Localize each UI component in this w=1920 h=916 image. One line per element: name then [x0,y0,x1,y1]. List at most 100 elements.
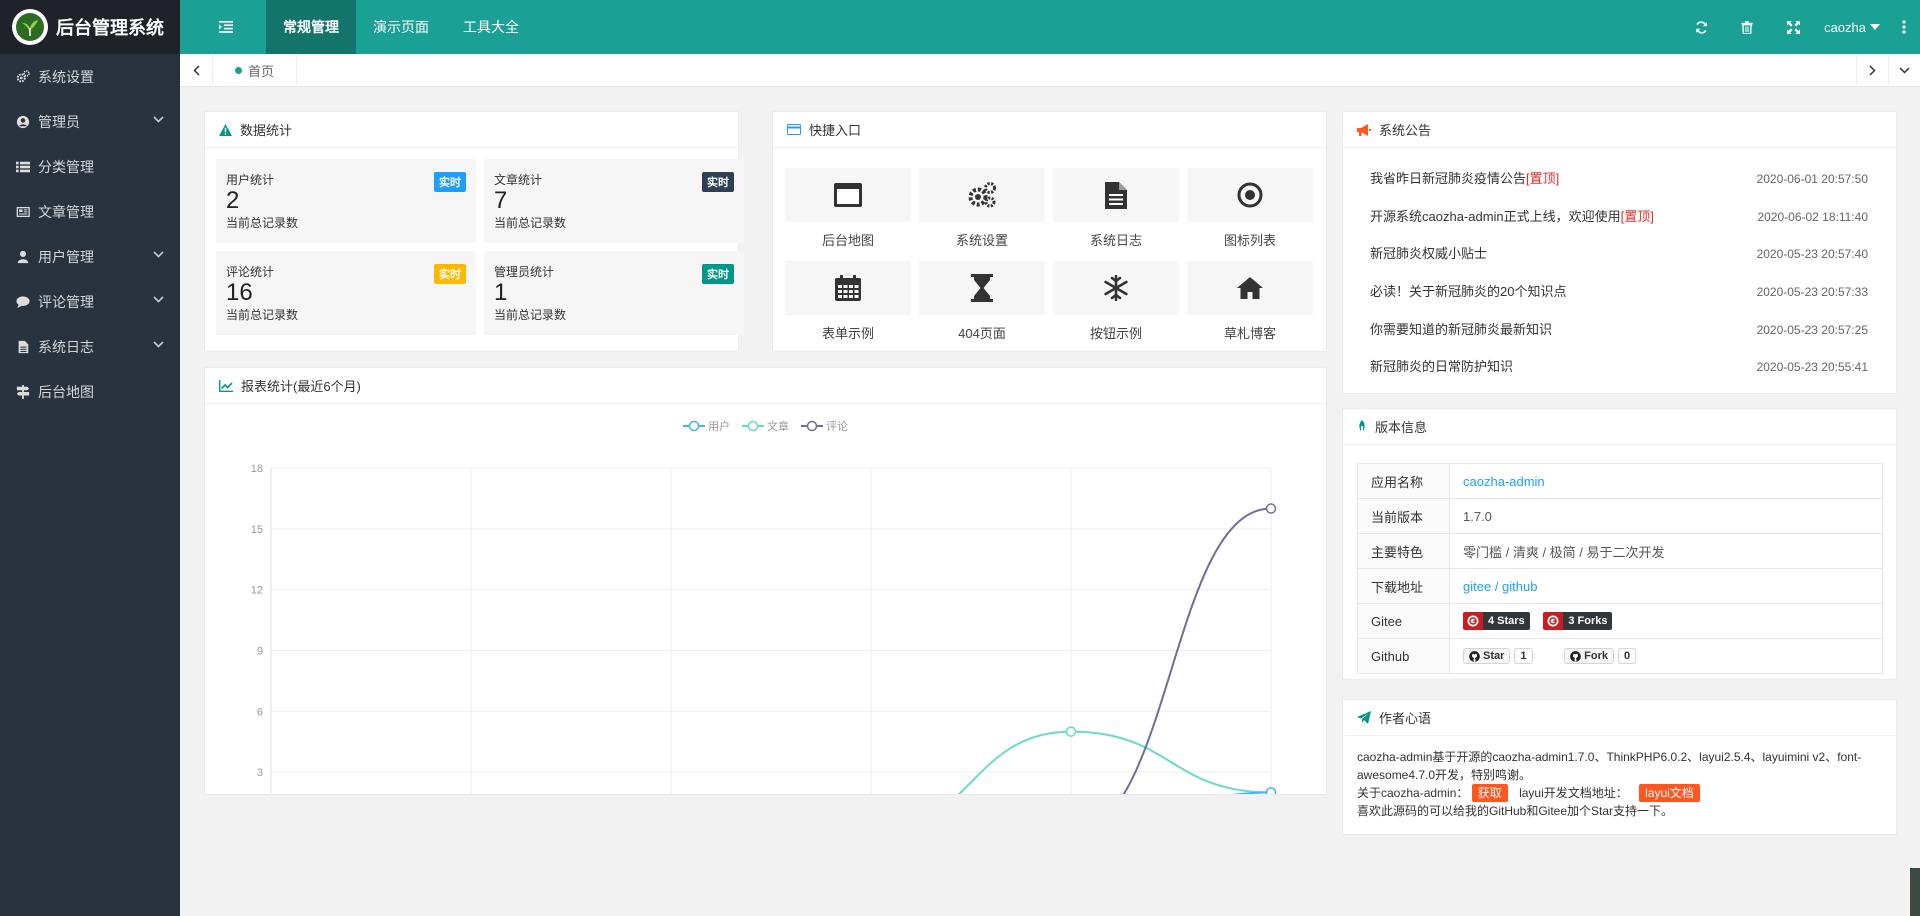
sidebar-item-system-logs[interactable]: 系统日志 [0,324,180,369]
quick-entry-label: 系统日志 [1089,233,1142,248]
chevron-down-icon [153,341,164,348]
stat-value: 1 [494,279,508,306]
notice-item[interactable]: 开源系统caozha-admin正式上线，欢迎使用[置顶] 2020-06-02… [1370,206,1868,226]
quick-entry-settings[interactable]: 系统设置 [919,168,1045,249]
refresh-button[interactable] [1678,0,1724,54]
file-icon [18,340,29,353]
tab-scroll-right-button[interactable] [1856,54,1888,87]
github-download-link[interactable]: github [1502,579,1537,594]
page-scrollbar[interactable] [1910,868,1920,916]
stat-desc: 当前总记录数 [226,308,299,322]
hourglass-icon [971,274,993,302]
stat-value: 16 [226,279,253,306]
sidebar-item-label: 用户管理 [38,248,94,265]
stat-admins[interactable]: 管理员统计 1 当前总记录数 实时 [484,251,744,335]
gears-icon [968,182,996,208]
notice-item[interactable]: 你需要知道的新冠肺炎最新知识 2020-05-23 20:57:25 [1370,319,1868,339]
report-card: 报表统计(最近6个月) 用户 文章 评论 03691215182020-0120… [204,367,1327,795]
user-menu[interactable]: caozha [1816,0,1894,54]
quick-entry-blog[interactable]: 草札博客 [1187,261,1313,342]
top-nav-item-demo[interactable]: 演示页面 [356,0,446,54]
notice-item[interactable]: 新冠肺炎权威小贴士 2020-05-23 20:57:40 [1370,243,1868,263]
sidebar-item-site-map[interactable]: 后台地图 [0,369,180,414]
sidebar-item-articles[interactable]: 文章管理 [0,189,180,234]
quick-entry-label: 404页面 [958,326,1006,341]
stats-title: 数据统计 [240,123,293,138]
more-button[interactable] [1894,0,1914,54]
logo[interactable]: 后台管理系统 [0,0,180,54]
stat-users[interactable]: 用户统计 2 当前总记录数 实时 [216,159,476,243]
version-row-version: 当前版本 1.7.0 [1357,498,1883,534]
indent-icon [219,21,233,33]
github-star-button[interactable]: Star 1 [1463,648,1533,665]
chevron-down-icon [153,251,164,258]
notice-item[interactable]: 我省昨日新冠肺炎疫情公告[置顶] 2020-06-01 20:57:50 [1370,168,1868,188]
top-nav-item-general[interactable]: 常规管理 [266,0,356,54]
menu-toggle-button[interactable] [200,0,252,54]
active-dot-icon [235,67,242,74]
quick-entry-header: 快捷入口 [773,112,1326,148]
quick-entry-system-logs[interactable]: 系统日志 [1053,168,1179,249]
app-name-link[interactable]: caozha-admin [1463,474,1545,489]
notice-card: 系统公告 我省昨日新冠肺炎疫情公告[置顶] 2020-06-01 20:57:5… [1342,111,1897,394]
gitee-logo-icon [1467,615,1479,627]
trash-icon [1741,20,1753,34]
author-card: 作者心语 caozha-admin基于开源的caozha-admin1.7.0、… [1342,699,1897,835]
stat-desc: 当前总记录数 [226,216,299,230]
quick-entry-site-map[interactable]: 后台地图 [785,168,911,249]
tab-home-label: 首页 [248,64,275,79]
sidebar-item-users[interactable]: 用户管理 [0,234,180,279]
layui-docs-button[interactable]: layui文档 [1639,784,1700,802]
version-row-download: 下载地址 gitee / github [1357,568,1883,604]
quick-entry-form-demo[interactable]: 表单示例 [785,261,911,342]
notice-item[interactable]: 必读！关于新冠肺炎的20个知识点 2020-05-23 20:57:33 [1370,281,1868,301]
ellipsis-vertical-icon [1902,20,1906,34]
signpost-icon [16,384,30,399]
gitee-download-link[interactable]: gitee [1463,579,1491,594]
sidebar: 系统设置 管理员 分类管理 文章管理 用户管理 评论管理 系统日志 后台地图 [0,54,180,916]
header-right: caozha [1678,0,1920,54]
y-tick-label: 15 [251,524,263,536]
report-line-chart: 03691215182020-012020-022020-032020-0420… [251,463,1277,794]
tab-home[interactable]: 首页 [212,54,298,87]
author-line2: 关于caozha-admin： 获取 layui开发文档地址： layui文档 [1357,784,1882,802]
sidebar-item-system-settings[interactable]: 系统设置 [0,54,180,99]
series-line-0 [1232,791,1272,794]
sidebar-item-label: 分类管理 [38,158,94,175]
gitee-stars-badge[interactable]: 4 Stars [1463,612,1530,630]
tab-scroll-left-button[interactable] [180,54,212,87]
sidebar-item-admins[interactable]: 管理员 [0,99,180,144]
version-card-header: 版本信息 [1343,409,1896,445]
gitee-forks-badge[interactable]: 3 Forks [1543,612,1613,630]
author-line3: 喜欢此源码的可以给我的GitHub和Gitee加个Star支持一下。 [1357,804,1674,818]
quick-entry-icon-list[interactable]: 图标列表 [1187,168,1313,249]
top-nav: 常规管理 演示页面 工具大全 [266,0,536,54]
quick-entry-404[interactable]: 404页面 [919,261,1045,342]
notice-item-title: 必读！关于新冠肺炎的20个知识点 [1370,284,1567,299]
top-nav-item-tools[interactable]: 工具大全 [446,0,536,54]
version-row-github: Github Star 1 Fork 0 [1357,638,1883,674]
fullscreen-button[interactable] [1770,0,1816,54]
quick-entry-label: 图标列表 [1223,233,1276,248]
tab-menu-button[interactable] [1888,54,1920,87]
user-circle-icon [16,115,30,128]
github-fork-button[interactable]: Fork 0 [1564,648,1637,665]
version-key: 下载地址 [1357,568,1450,604]
get-source-button[interactable]: 获取 [1471,784,1508,802]
realtime-badge: 实时 [702,264,734,284]
gitee-forks-count: 3 Forks [1563,612,1613,630]
gitee-stars-count: 4 Stars [1483,612,1530,630]
sidebar-item-comments[interactable]: 评论管理 [0,279,180,324]
stat-desc: 当前总记录数 [494,216,567,230]
stat-comments[interactable]: 评论统计 16 当前总记录数 实时 [216,251,476,335]
clear-cache-button[interactable] [1724,0,1770,54]
stats-card-header: 数据统计 [205,112,738,148]
realtime-badge: 实时 [434,172,466,192]
quick-entry-label: 后台地图 [821,233,874,248]
stat-articles[interactable]: 文章统计 7 当前总记录数 实时 [484,159,744,243]
quick-entry-buttons[interactable]: 按钮示例 [1053,261,1179,342]
sidebar-item-categories[interactable]: 分类管理 [0,144,180,189]
data-point [1065,726,1077,737]
github-logo-icon [1570,650,1581,662]
notice-item[interactable]: 新冠肺炎的日常防护知识 2020-05-23 20:55:41 [1370,356,1868,376]
